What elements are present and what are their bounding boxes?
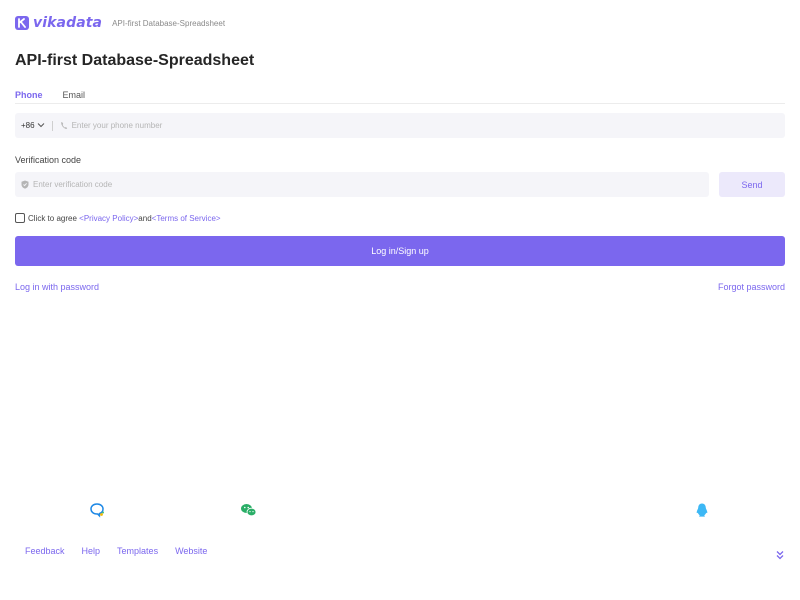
phone-input[interactable] bbox=[71, 115, 785, 136]
agreement-row: Click to agree <Privacy Policy> and <Ter… bbox=[15, 213, 221, 223]
terms-of-service-link[interactable]: <Terms of Service> bbox=[152, 214, 221, 223]
footer-link-help[interactable]: Help bbox=[82, 546, 101, 556]
app-header: vikadata API-first Database-Spreadsheet bbox=[15, 13, 225, 33]
page-title: API-first Database-Spreadsheet bbox=[15, 52, 255, 69]
wechat-icon[interactable] bbox=[240, 502, 257, 518]
tab-phone[interactable]: Phone bbox=[15, 88, 43, 104]
footer-links: Feedback Help Templates Website bbox=[25, 546, 224, 556]
footer-link-feedback[interactable]: Feedback bbox=[25, 546, 65, 556]
phone-icon bbox=[60, 121, 68, 130]
logo-text: vikadata bbox=[33, 15, 103, 31]
login-tabs: Phone Email bbox=[15, 88, 785, 104]
footer-link-templates[interactable]: Templates bbox=[117, 546, 158, 556]
chat-bubble-icon[interactable] bbox=[89, 502, 105, 518]
agreement-prefix: Click to agree bbox=[28, 213, 77, 223]
area-code-value: +86 bbox=[21, 121, 35, 130]
double-chevron-down-icon[interactable] bbox=[774, 548, 786, 560]
chevron-down-icon bbox=[37, 121, 45, 130]
verification-code-field bbox=[15, 172, 709, 197]
verification-code-input[interactable] bbox=[33, 174, 709, 195]
forgot-password-link[interactable]: Forgot password bbox=[718, 282, 785, 292]
phone-field: +86 bbox=[15, 113, 785, 138]
login-signup-button[interactable]: Log in/Sign up bbox=[15, 236, 785, 266]
shield-icon bbox=[21, 180, 29, 189]
send-code-button[interactable]: Send bbox=[719, 172, 785, 197]
privacy-policy-link[interactable]: <Privacy Policy> bbox=[79, 214, 138, 223]
header-slogan: API-first Database-Spreadsheet bbox=[112, 18, 226, 28]
qq-icon[interactable] bbox=[694, 502, 710, 518]
login-with-password-link[interactable]: Log in with password bbox=[15, 282, 99, 292]
verification-code-label: Verification code bbox=[15, 155, 82, 165]
tab-email[interactable]: Email bbox=[63, 88, 86, 104]
area-code-select[interactable]: +86 bbox=[21, 121, 45, 130]
footer-link-website[interactable]: Website bbox=[175, 546, 207, 556]
vikadata-logo-icon bbox=[15, 16, 29, 30]
divider bbox=[51, 120, 53, 131]
agree-checkbox[interactable] bbox=[15, 213, 25, 223]
agreement-and: and bbox=[138, 213, 152, 223]
